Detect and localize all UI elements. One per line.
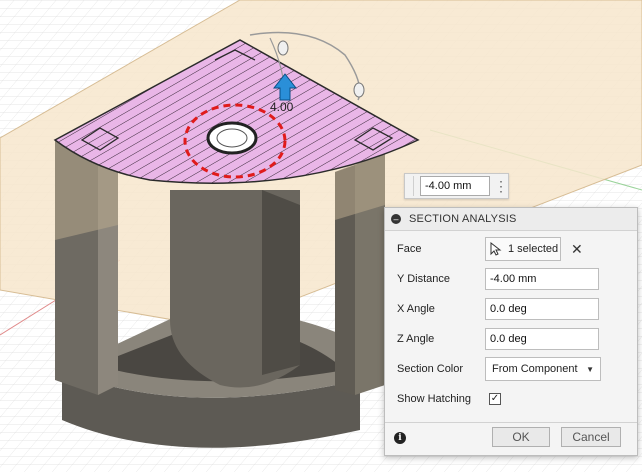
face-row: Face 1 selected ✕ xyxy=(385,236,637,262)
ok-button[interactable]: OK xyxy=(492,427,550,447)
rotation-handle-top[interactable] xyxy=(277,40,289,56)
x-angle-row: X Angle 0.0 deg xyxy=(385,296,637,322)
info-icon[interactable]: i xyxy=(394,432,406,444)
y-distance-field[interactable]: -4.00 mm xyxy=(485,268,599,290)
y-distance-label: Y Distance xyxy=(397,273,450,285)
chevron-down-icon: ▼ xyxy=(586,364,594,374)
close-icon[interactable]: ✕ xyxy=(571,241,583,258)
collapse-icon[interactable]: – xyxy=(391,214,401,224)
vertical-ellipsis-icon[interactable]: ⋮ xyxy=(494,179,508,193)
show-hatching-label: Show Hatching xyxy=(397,393,471,405)
show-hatching-row: Show Hatching ✓ xyxy=(385,386,637,412)
x-angle-label: X Angle xyxy=(397,303,435,315)
center-post-side xyxy=(262,190,300,375)
section-color-value: From Component xyxy=(492,363,578,375)
section-color-select[interactable]: From Component ▼ xyxy=(485,357,601,381)
y-distance-row: Y Distance -4.00 mm xyxy=(385,266,637,292)
checkmark-icon: ✓ xyxy=(490,393,500,404)
face-label: Face xyxy=(397,243,422,255)
center-hole-inner xyxy=(216,128,248,148)
dialog-title: SECTION ANALYSIS xyxy=(409,213,517,225)
rotation-handle-right[interactable] xyxy=(353,82,365,98)
dialog-title-bar[interactable]: – SECTION ANALYSIS xyxy=(385,208,637,231)
cancel-button[interactable]: Cancel xyxy=(561,427,621,447)
z-angle-field[interactable]: 0.0 deg xyxy=(485,328,599,350)
section-analysis-dialog: – SECTION ANALYSIS Face 1 selected ✕ Y D… xyxy=(384,207,638,456)
cursor-arrow-icon xyxy=(490,242,502,256)
distance-input[interactable] xyxy=(420,176,490,196)
dialog-footer: i OK Cancel xyxy=(385,422,637,455)
z-angle-label: Z Angle xyxy=(397,333,435,345)
dimension-label: 4.00 xyxy=(270,100,294,114)
z-angle-row: Z Angle 0.0 deg xyxy=(385,326,637,352)
x-angle-field[interactable]: 0.0 deg xyxy=(485,298,599,320)
show-hatching-checkbox[interactable]: ✓ xyxy=(489,393,501,405)
face-select-button[interactable]: 1 selected xyxy=(485,237,561,261)
section-color-row: Section Color From Component ▼ xyxy=(385,356,637,382)
grip-handle[interactable] xyxy=(405,176,414,196)
face-selected-text: 1 selected xyxy=(508,243,559,255)
section-color-label: Section Color xyxy=(397,363,464,375)
distance-input-box: ⋮ xyxy=(404,173,509,199)
